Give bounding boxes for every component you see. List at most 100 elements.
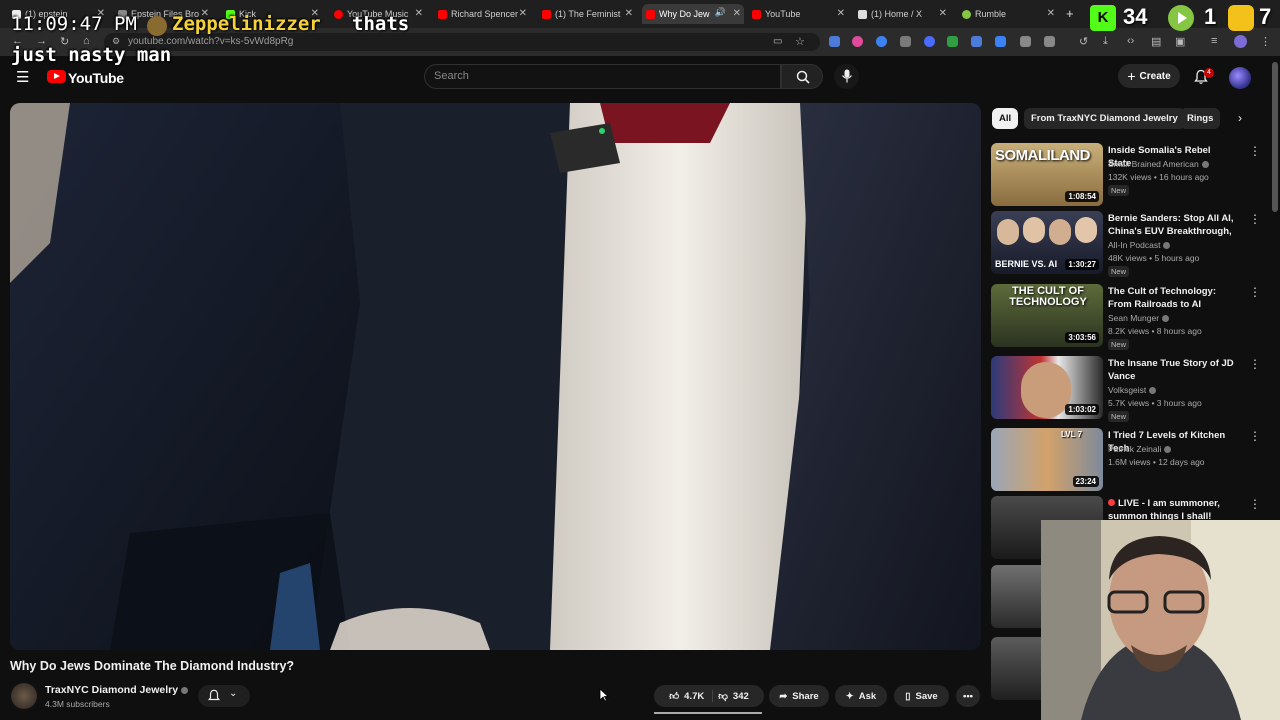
video-thumbnail[interactable]	[991, 565, 1041, 628]
downloads-icon[interactable]: ⤓	[1103, 35, 1108, 48]
extension-icon[interactable]	[947, 36, 958, 47]
recommendation-title[interactable]: Bernie Sanders: Stop All AI, China's EUV…	[1108, 212, 1236, 238]
youtube-logo-icon[interactable]	[47, 70, 66, 83]
subscription-bell-button[interactable]: ⌄	[198, 685, 250, 707]
close-icon[interactable]: ✕	[837, 8, 845, 19]
extension-icon[interactable]	[900, 36, 911, 47]
recommendation-item[interactable]: BERNIE VS. AI 1:30:27 Bernie Sanders: St…	[991, 211, 1271, 277]
bookmark-star-icon[interactable]: ☆	[795, 35, 805, 48]
menu-dots-icon[interactable]: ⋮	[1249, 357, 1261, 371]
browser-tab[interactable]: (1) Home / X ✕	[854, 4, 950, 24]
like-button[interactable]: 👍︎ 4.7K	[669, 690, 714, 702]
overlay-clock: 11:09:47 PM	[11, 13, 137, 35]
menu-dots-icon[interactable]: ⋮	[1249, 497, 1261, 511]
recommendation-item[interactable]: SOMALILAND 1:08:54 Inside Somalia's Rebe…	[991, 143, 1271, 209]
ask-button[interactable]: ✦ Ask	[835, 685, 887, 707]
browser-tab[interactable]: YouTube ✕	[748, 4, 848, 24]
recommendation-title[interactable]: The Cult of Technology: From Railroads t…	[1108, 285, 1236, 311]
recommendation-meta: 8.2K views • 8 hours ago	[1108, 326, 1202, 336]
recommendation-channel[interactable]: Volksgeist	[1108, 385, 1157, 395]
new-tab-button[interactable]: +	[1066, 6, 1074, 21]
recommendation-meta: 132K views • 16 hours ago	[1108, 172, 1209, 182]
extension-icon[interactable]	[1020, 36, 1031, 47]
channel-avatar[interactable]	[11, 683, 37, 709]
play-triangle-icon	[54, 73, 60, 79]
close-icon[interactable]: ✕	[625, 8, 633, 19]
video-thumbnail[interactable]: THE CULT OF TECHNOLOGY 3:03:56	[991, 284, 1103, 347]
channel-name[interactable]: TraxNYC Diamond Jewelry	[45, 684, 189, 696]
chip-label: From TraxNYC Diamond Jewelry	[1031, 113, 1178, 124]
chip-from-channel[interactable]: From TraxNYC Diamond Jewelry	[1024, 108, 1185, 129]
menu-dots-icon[interactable]: ⋮	[1249, 144, 1261, 158]
tab-search-icon[interactable]: ≡	[1211, 35, 1217, 47]
browser-tab-active[interactable]: Why Do Jew 🔊 ✕	[642, 4, 744, 24]
menu-dots-icon[interactable]: ⋮	[1249, 212, 1261, 226]
cast-icon[interactable]: ▭	[773, 36, 782, 47]
close-icon[interactable]: ✕	[1047, 8, 1055, 19]
recommendation-title[interactable]: The Insane True Story of JD Vance	[1108, 357, 1236, 383]
create-button[interactable]: + Create	[1118, 64, 1180, 88]
browser-tab[interactable]: (1) The Feminist ✕	[538, 4, 636, 24]
audio-playing-icon[interactable]: 🔊	[715, 7, 726, 18]
menu-dots-icon[interactable]: ⋮	[1260, 35, 1271, 48]
close-icon[interactable]: ✕	[519, 8, 527, 19]
menu-dots-icon[interactable]: ⋮	[1249, 285, 1261, 299]
sidebar-icon[interactable]: ▤	[1151, 35, 1161, 48]
youtube-icon	[646, 9, 655, 19]
video-thumbnail[interactable]: 1:03:02	[991, 356, 1103, 419]
chip-all[interactable]: All	[992, 108, 1019, 129]
recommendation-item[interactable]: LVL 7 23:24 I Tried 7 Levels of Kitchen …	[991, 428, 1271, 494]
close-icon[interactable]: ✕	[733, 8, 741, 19]
recommendation-channel[interactable]: Sean Munger	[1108, 313, 1170, 323]
video-thumbnail[interactable]: SOMALILAND 1:08:54	[991, 143, 1103, 206]
close-icon[interactable]: ✕	[415, 8, 423, 19]
like-dislike-group: 👍︎ 4.7K 👎︎ 342	[654, 685, 764, 707]
page-scrollbar[interactable]	[1272, 62, 1278, 212]
plus-icon: +	[1127, 68, 1136, 84]
video-thumbnail[interactable]: BERNIE VS. AI 1:30:27	[991, 211, 1103, 274]
video-title: Why Do Jews Dominate The Diamond Industr…	[10, 659, 295, 673]
devtools-icon[interactable]: ‹›	[1127, 35, 1134, 47]
extension-icon[interactable]	[995, 36, 1006, 47]
search-button[interactable]	[781, 64, 823, 89]
share-button[interactable]: ➦ Share	[769, 685, 829, 707]
extension-icon[interactable]	[876, 36, 887, 47]
tab-label: Richard Spencer	[451, 9, 519, 19]
more-actions-button[interactable]: •••	[956, 685, 980, 707]
extension-icon[interactable]	[829, 36, 840, 47]
new-badge: New	[1108, 266, 1130, 277]
overlay-counter: 1	[1204, 4, 1217, 29]
save-button[interactable]: ▯ Save	[894, 685, 949, 707]
recommendation-channel[interactable]: Patrick Zeinali	[1108, 444, 1172, 454]
thumbs-up-icon: 👍︎	[669, 691, 680, 702]
browser-tab[interactable]: Rumble ✕	[958, 4, 1058, 24]
video-thumbnail[interactable]: LVL 7 23:24	[991, 428, 1103, 491]
extension-icon[interactable]	[924, 36, 935, 47]
like-ratio-bar	[654, 712, 762, 714]
voice-search-button[interactable]	[834, 64, 859, 89]
recommendation-item[interactable]: THE CULT OF TECHNOLOGY 3:03:56 The Cult …	[991, 284, 1271, 350]
recommendation-channel[interactable]: All-In Podcast	[1108, 240, 1171, 250]
video-player[interactable]	[10, 103, 981, 650]
search-input[interactable]	[424, 64, 781, 89]
extensions-puzzle-icon[interactable]	[1044, 36, 1055, 47]
hamburger-menu-icon[interactable]: ☰	[16, 68, 29, 86]
account-avatar[interactable]	[1229, 67, 1251, 89]
dislike-button[interactable]: 👎︎ 342	[718, 690, 749, 703]
extension-icon[interactable]	[971, 36, 982, 47]
browser-tab[interactable]: Richard Spencer ✕	[434, 4, 530, 24]
screenshot-icon[interactable]: ▣	[1175, 35, 1185, 48]
chevron-right-icon[interactable]: ›	[1238, 111, 1242, 125]
close-icon[interactable]: ✕	[939, 8, 947, 19]
video-thumbnail[interactable]	[991, 637, 1041, 700]
chip-rings[interactable]: Rings	[1180, 108, 1221, 129]
youtube-logo-text[interactable]: YouTube	[68, 70, 124, 86]
duration-badge: 23:24	[1072, 476, 1099, 487]
recommendation-item[interactable]: 1:03:02 The Insane True Story of JD Vanc…	[991, 356, 1271, 422]
profile-avatar[interactable]	[1234, 35, 1247, 48]
extension-icon[interactable]	[852, 36, 863, 47]
recommendation-channel[interactable]: Small Brained American	[1108, 159, 1209, 169]
menu-dots-icon[interactable]: ⋮	[1249, 429, 1261, 443]
history-icon[interactable]: ↺	[1079, 35, 1088, 48]
tab-label: YouTube	[765, 9, 801, 19]
